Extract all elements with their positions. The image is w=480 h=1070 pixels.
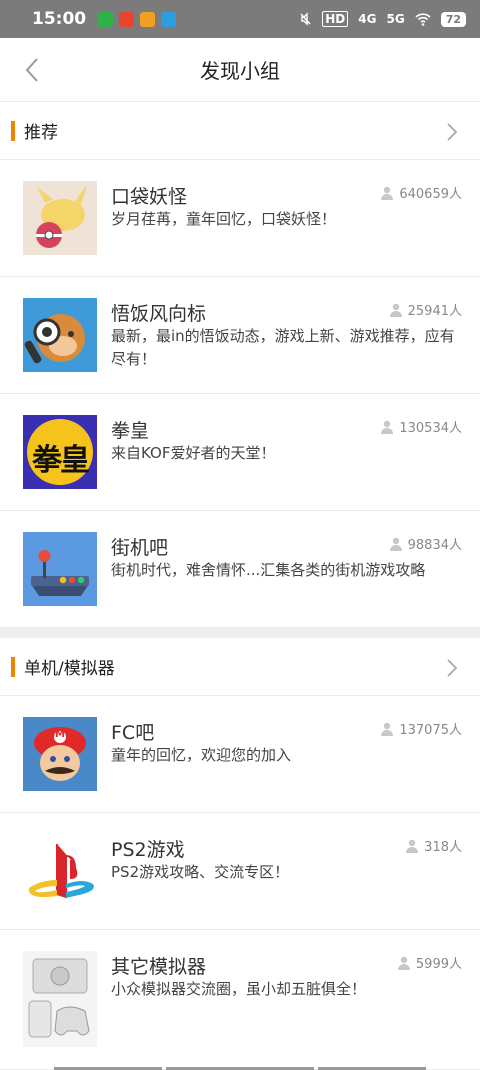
member-count: 640659人 — [380, 183, 462, 202]
group-description: PS2游戏攻略、交流专区！ — [111, 863, 290, 881]
status-time: 15:00 — [32, 9, 87, 29]
group-name: PS2游戏 — [111, 839, 185, 861]
user-icon — [397, 956, 410, 970]
status-bar: 15:00 HD 4G 5G 72 — [0, 0, 480, 38]
group-name: 其它模拟器 — [111, 956, 207, 978]
system-status-icons: HD 4G 5G 72 — [298, 11, 466, 27]
group-name: 悟饭风向标 — [111, 303, 207, 325]
member-count-text: 318人 — [424, 840, 462, 855]
signal-4g-icon: 4G — [358, 12, 377, 26]
group-thumbnail — [23, 298, 97, 372]
user-icon — [381, 186, 394, 200]
group-thumbnail: 拳皇 — [23, 415, 97, 489]
user-icon — [381, 722, 394, 736]
bottom-tab-indicators — [0, 1066, 480, 1070]
section-header-standalone-emulator[interactable]: 单机/模拟器 — [0, 638, 480, 696]
group-thumbnail — [23, 951, 97, 1047]
kof-logo-text: 拳皇 — [32, 443, 90, 478]
member-count-text: 640659人 — [399, 187, 462, 202]
chevron-right-icon — [447, 659, 458, 677]
group-thumbnail — [23, 181, 97, 255]
group-description: 来自KOF爱好者的天堂！ — [111, 444, 276, 462]
section-divider — [0, 628, 480, 638]
group-thumbnail — [23, 834, 97, 908]
group-name: 街机吧 — [111, 537, 169, 559]
section-header-recommend[interactable]: 推荐 — [0, 102, 480, 160]
group-description: 岁月荏苒，童年回忆，口袋妖怪！ — [111, 210, 337, 228]
fc-logo-letter: M — [55, 729, 65, 740]
member-count-text: 98834人 — [407, 538, 462, 553]
telegram-icon — [161, 11, 177, 27]
group-item-ps2[interactable]: PS2游戏 PS2游戏攻略、交流专区！ 318人 — [0, 813, 480, 930]
group-item-arcade[interactable]: 街机吧 街机时代，难舍情怀...汇集各类的街机游戏攻略 98834人 — [0, 511, 480, 628]
user-icon — [389, 537, 402, 551]
member-count-text: 137075人 — [399, 723, 462, 738]
chevron-left-icon — [25, 58, 38, 82]
group-item-fc[interactable]: M FC吧 童年的回忆，欢迎您的加入 137075人 — [0, 696, 480, 813]
group-name: 口袋妖怪 — [111, 186, 188, 208]
wifi-icon — [415, 12, 431, 26]
chevron-right-icon — [447, 123, 458, 141]
signal-5g-icon: 5G — [386, 12, 405, 26]
battery-icon: 72 — [440, 11, 466, 27]
group-item-other-emulators[interactable]: 其它模拟器 小众模拟器交流圈，虽小却五脏俱全！ 5999人 — [0, 930, 480, 1070]
group-description: 小众模拟器交流圈，虽小却五脏俱全！ — [111, 980, 367, 998]
app-notification-icon — [98, 11, 114, 27]
group-description: 最新，最in的悟饭动态，游戏上新、游戏推荐，应有尽有！ — [111, 327, 455, 368]
member-count-text: 25941人 — [407, 304, 462, 319]
mute-icon — [300, 12, 311, 26]
section-title: 推荐 — [24, 123, 58, 143]
member-count-text: 5999人 — [415, 957, 462, 972]
group-item-kof[interactable]: 拳皇 拳皇 来自KOF爱好者的天堂！ 130534人 — [0, 394, 480, 511]
member-count: 137075人 — [380, 719, 462, 738]
member-count: 318人 — [405, 836, 462, 855]
group-item-pokemon[interactable]: 口袋妖怪 岁月荏苒，童年回忆，口袋妖怪！ 640659人 — [0, 160, 480, 277]
group-thumbnail: M — [23, 717, 97, 791]
hd-icon: HD — [322, 11, 349, 27]
member-count-text: 130534人 — [399, 421, 462, 436]
group-thumbnail — [23, 532, 97, 606]
section-accent-bar — [11, 657, 15, 677]
user-icon — [406, 839, 419, 853]
back-button[interactable] — [18, 56, 46, 84]
group-description: 街机时代，难舍情怀...汇集各类的街机游戏攻略 — [111, 561, 426, 579]
member-count: 25941人 — [389, 300, 462, 319]
user-icon — [381, 420, 394, 434]
top-nav-bar: 发现小组 — [0, 38, 480, 102]
group-item-wufan[interactable]: 悟饭风向标 最新，最in的悟饭动态，游戏上新、游戏推荐，应有尽有！ 25941人 — [0, 277, 480, 394]
member-count: 130534人 — [380, 417, 462, 436]
group-description: 童年的回忆，欢迎您的加入 — [111, 746, 292, 764]
group-name: FC吧 — [111, 722, 155, 744]
app-notification-icon — [140, 11, 156, 27]
notification-icons — [98, 11, 177, 27]
section-accent-bar — [11, 121, 15, 141]
app-notification-icon — [119, 11, 135, 27]
page-title: 发现小组 — [200, 59, 280, 83]
member-count: 5999人 — [397, 953, 462, 972]
member-count: 98834人 — [389, 534, 462, 553]
section-title: 单机/模拟器 — [24, 659, 115, 679]
group-name: 拳皇 — [111, 420, 150, 442]
user-icon — [389, 303, 402, 317]
